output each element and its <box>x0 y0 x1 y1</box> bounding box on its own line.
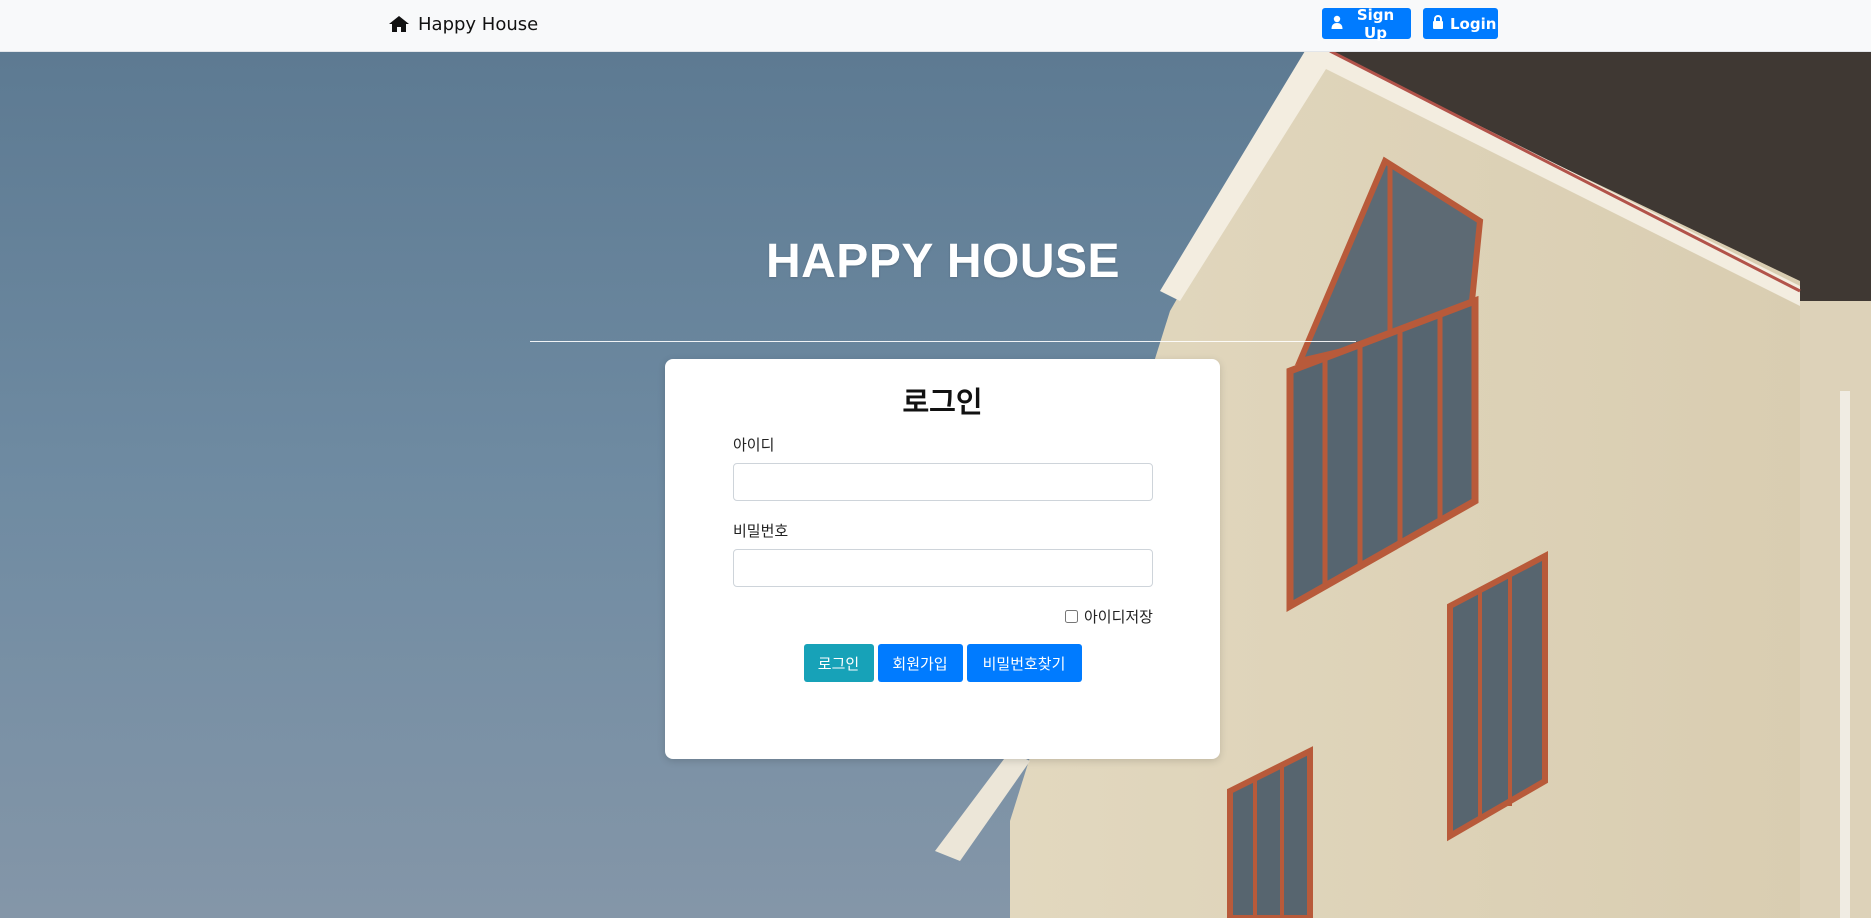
signup-nav-label: Sign Up <box>1356 5 1395 42</box>
page: Happy House Sign Up Login HAPPY HOUSE 로그… <box>0 0 1871 918</box>
hero-divider <box>530 341 1356 342</box>
remember-id-checkbox[interactable] <box>1064 610 1078 623</box>
password-label: 비밀번호 <box>733 522 789 540</box>
remember-id-option: 아이디저장 <box>1064 606 1153 627</box>
login-actions: 로그인 회원가입 비밀번호찾기 <box>665 644 1220 682</box>
home-icon <box>388 15 410 33</box>
remember-id-label: 아이디저장 <box>1083 608 1153 626</box>
signup-button[interactable]: 회원가입 <box>877 644 963 682</box>
top-navbar: Happy House Sign Up Login <box>0 0 1871 52</box>
login-title: 로그인 <box>902 385 983 419</box>
id-input[interactable] <box>733 463 1153 501</box>
password-input[interactable] <box>733 549 1153 587</box>
lock-icon <box>1432 14 1444 33</box>
brand-text: Happy House <box>418 13 539 35</box>
hero-title: HAPPY HOUSE <box>765 235 1121 288</box>
login-nav-button[interactable]: Login <box>1423 8 1498 39</box>
login-card: 로그인 아이디 비밀번호 아이디저장 로그인 회원가입 비밀번호찾기 <box>665 359 1220 759</box>
login-button[interactable]: 로그인 <box>803 644 874 682</box>
find-password-button[interactable]: 비밀번호찾기 <box>966 644 1082 682</box>
user-icon <box>1331 15 1343 33</box>
login-nav-label: Login <box>1450 14 1497 33</box>
id-label: 아이디 <box>733 436 775 454</box>
brand-link[interactable]: Happy House <box>388 11 538 37</box>
signup-nav-button[interactable]: Sign Up <box>1322 5 1411 42</box>
